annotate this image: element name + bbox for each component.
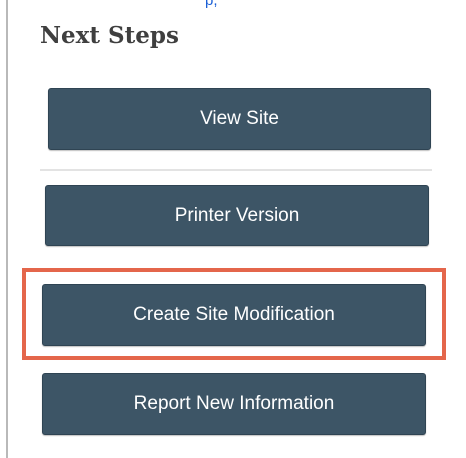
report-new-information-button[interactable]: Report New Information: [42, 373, 426, 435]
view-site-button[interactable]: View Site: [48, 88, 431, 150]
panel-left-border: [6, 0, 8, 458]
divider: [40, 169, 432, 171]
printer-version-button[interactable]: Printer Version: [45, 185, 429, 246]
section-title: Next Steps: [40, 22, 179, 49]
create-site-modification-button[interactable]: Create Site Modification: [42, 284, 426, 346]
cropped-link-text[interactable]: p,: [205, 0, 218, 8]
next-steps-panel: p, Next Steps View Site Printer Version …: [0, 0, 466, 458]
